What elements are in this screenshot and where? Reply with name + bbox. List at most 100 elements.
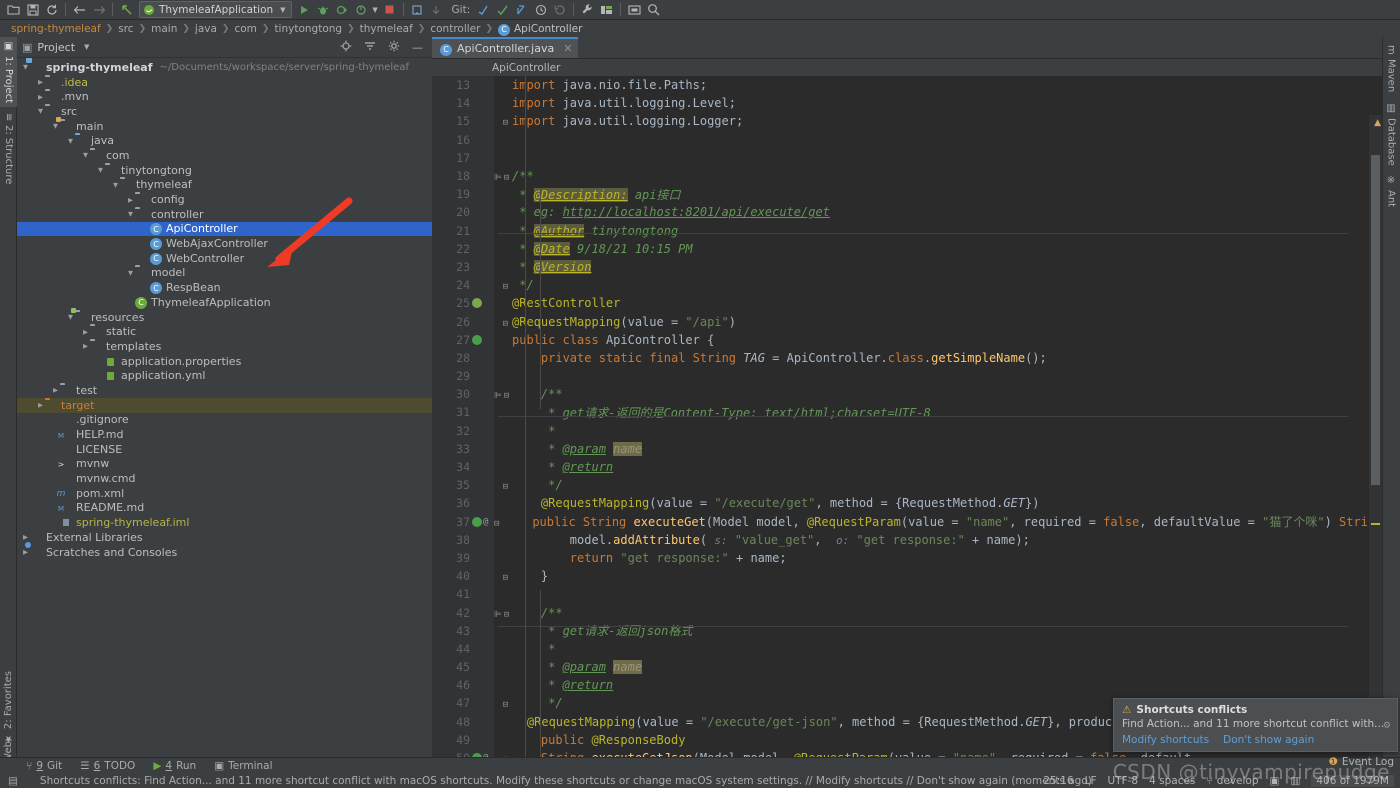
code-line[interactable]: 19 * @Description: api接口 — [432, 185, 1382, 203]
expand-arrow-icon[interactable]: ▼ — [126, 210, 135, 218]
code-line[interactable]: 20 * eg: http://localhost:8201/api/execu… — [432, 203, 1382, 221]
expand-arrow-icon[interactable]: ▶ — [36, 93, 45, 101]
tree-row[interactable]: ▶target — [17, 398, 432, 413]
code-line[interactable]: 35⊟ */ — [432, 476, 1382, 494]
expand-arrow-icon[interactable]: ▼ — [96, 166, 105, 174]
tree-row[interactable]: ▶LICENSE — [17, 442, 432, 457]
tree-row[interactable]: ▶config — [17, 192, 432, 207]
code-line[interactable]: 22 * @Date 9/18/21 10:15 PM — [432, 240, 1382, 258]
tree-row[interactable]: ▶External Libraries — [17, 530, 432, 545]
indent-setting[interactable]: 4 spaces — [1149, 775, 1195, 787]
breadcrumb-item-5[interactable]: tinytongtong — [271, 23, 345, 35]
expand-arrow-icon[interactable]: ▶ — [21, 548, 30, 556]
code-canvas[interactable]: 13import java.nio.file.Paths;14import ja… — [432, 76, 1382, 757]
chevron-down-icon[interactable]: ▼ — [280, 6, 285, 14]
code-line[interactable]: 17 — [432, 149, 1382, 167]
expand-arrow-icon[interactable]: ▶ — [51, 519, 60, 527]
breadcrumb-item-7[interactable]: controller — [427, 23, 483, 35]
expand-arrow-icon[interactable]: ▶ — [36, 401, 45, 409]
tree-row[interactable]: ▼tinytongtong — [17, 163, 432, 178]
hide-panel-icon[interactable]: — — [412, 41, 423, 54]
expand-arrow-icon[interactable]: ▼ — [36, 107, 45, 115]
run-icon[interactable] — [295, 1, 314, 19]
tool-window-todo[interactable]: ☰ 6TODO — [80, 760, 135, 772]
code-line[interactable]: 24⊟ */ — [432, 276, 1382, 294]
tree-row[interactable]: ▶application.properties — [17, 354, 432, 369]
expand-arrow-icon[interactable]: ▶ — [51, 445, 60, 453]
tree-row[interactable]: ▶.idea — [17, 75, 432, 90]
modify-shortcuts-link[interactable]: Modify shortcuts — [1122, 734, 1209, 746]
project-file-tree[interactable]: ▼ spring-thymeleaf ~/Documents/workspace… — [17, 58, 432, 757]
code-line[interactable]: 40⊟ } — [432, 567, 1382, 585]
tree-row[interactable]: ▶application.yml — [17, 368, 432, 383]
status-message[interactable]: Shortcuts conflicts: Find Action... and … — [40, 775, 1092, 787]
gutter-icons[interactable] — [470, 335, 494, 345]
code-line[interactable]: 28 private static final String TAG = Api… — [432, 349, 1382, 367]
tree-row[interactable]: ▼java — [17, 133, 432, 148]
run-configuration-selector[interactable]: ThymeleafApplication ▼ — [139, 1, 292, 18]
code-line[interactable]: 14import java.util.logging.Level; — [432, 94, 1382, 112]
breadcrumb-item-0[interactable]: spring-thymeleaf — [8, 23, 104, 35]
code-line[interactable]: 41 — [432, 585, 1382, 603]
tree-row[interactable]: ▶test — [17, 383, 432, 398]
breadcrumb-item-2[interactable]: main — [148, 23, 180, 35]
code-line[interactable]: 21 * @Author tinytongtong — [432, 222, 1382, 240]
code-line[interactable]: 43 * get请求-返回json格式 — [432, 622, 1382, 640]
caret-position[interactable]: 25:16 — [1043, 775, 1073, 787]
code-line[interactable]: 23 * @Version — [432, 258, 1382, 276]
git-push-icon[interactable] — [512, 1, 531, 19]
collapse-all-icon[interactable] — [364, 40, 376, 55]
dont-show-again-link[interactable]: Don't show again — [1223, 734, 1314, 746]
expand-arrow-icon[interactable]: ▶ — [141, 225, 150, 233]
git-branch-widget[interactable]: ⑂ develop — [1206, 775, 1258, 787]
expand-arrow-icon[interactable]: ▶ — [141, 254, 150, 262]
expand-arrow-icon[interactable]: ▶ — [141, 240, 150, 248]
status-message-icon[interactable]: ▤ — [8, 775, 18, 787]
tree-row[interactable]: ▼thymeleaf — [17, 178, 432, 193]
expand-arrow-icon[interactable]: ▼ — [66, 137, 75, 145]
tree-row[interactable]: ▼com — [17, 148, 432, 163]
sidebar-item-ant[interactable]: ※ Ant — [1382, 171, 1400, 211]
profiler-icon[interactable] — [352, 1, 371, 19]
notification-settings-icon[interactable]: ⚙ — [1383, 721, 1391, 731]
code-line[interactable]: 33 * @param name — [432, 440, 1382, 458]
code-line[interactable]: 36 @RequestMapping(value = "/execute/get… — [432, 494, 1382, 512]
breadcrumb-class[interactable]: C ApiController — [495, 23, 582, 35]
save-icon[interactable] — [23, 1, 42, 19]
code-line[interactable]: 27public class ApiController { — [432, 331, 1382, 349]
tool-window-git[interactable]: ⑂ 9Git — [26, 760, 62, 772]
stop-icon[interactable] — [380, 1, 399, 19]
expand-arrow-icon[interactable]: ▼ — [51, 122, 60, 130]
debug-icon[interactable] — [314, 1, 333, 19]
undo-icon[interactable] — [117, 1, 136, 19]
history-icon[interactable] — [531, 1, 550, 19]
tree-row[interactable]: ▼controller — [17, 207, 432, 222]
expand-arrow-icon[interactable]: ▶ — [96, 357, 105, 365]
sidebar-item-maven[interactable]: m Maven — [1382, 41, 1400, 96]
event-log-widget[interactable]: ❶ Event Log — [1328, 756, 1394, 768]
tree-row[interactable]: ▶mvnw — [17, 457, 432, 472]
tree-row[interactable]: ▶.mvn — [17, 89, 432, 104]
code-line[interactable]: 45 * @param name — [432, 658, 1382, 676]
project-structure-icon[interactable] — [597, 1, 616, 19]
code-line[interactable]: 15⊟import java.util.logging.Logger; — [432, 112, 1382, 130]
expand-arrow-icon[interactable]: ▶ — [51, 386, 60, 394]
tree-row[interactable]: ▶CApiController — [17, 222, 432, 237]
code-line[interactable]: 46 * @return — [432, 676, 1382, 694]
notification-popup[interactable]: ⚠ Shortcuts conflicts Find Action... and… — [1113, 698, 1398, 752]
sidebar-item-project[interactable]: ▣ 1: Project — [0, 37, 17, 107]
tree-row[interactable]: ▶mvnw.cmd — [17, 471, 432, 486]
tree-row[interactable]: ▶Scratches and Consoles — [17, 545, 432, 560]
inspection-widget-icon[interactable]: ▥ — [1290, 775, 1300, 787]
code-line[interactable]: 38 model.addAttribute( s: "value_get", o… — [432, 531, 1382, 549]
close-icon[interactable]: ✕ — [563, 42, 572, 55]
tree-row[interactable]: ▼main — [17, 119, 432, 134]
tree-row[interactable]: ▶CWebController — [17, 251, 432, 266]
expand-arrow-icon[interactable]: ▶ — [21, 533, 30, 541]
sync-icon[interactable] — [42, 1, 61, 19]
chevron-down-icon[interactable]: ▼ — [84, 43, 89, 51]
expand-arrow-icon[interactable]: ▶ — [81, 328, 90, 336]
git-commit-icon[interactable] — [493, 1, 512, 19]
inspection-warning-icon[interactable]: ▲ — [1374, 118, 1381, 128]
tool-window-terminal[interactable]: ▣ Terminal — [214, 760, 272, 772]
